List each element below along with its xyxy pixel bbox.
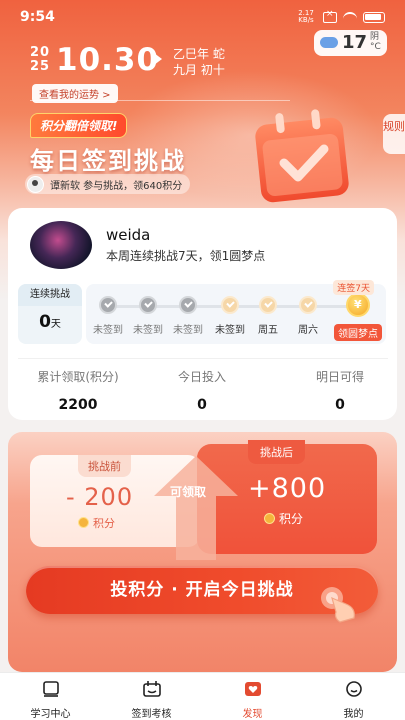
double-points-banner: 积分翻倍领取! (30, 113, 128, 138)
check-icon (99, 296, 117, 314)
current-date: 10.30 (56, 42, 160, 78)
tab-learning-center[interactable]: 学习中心 (0, 681, 101, 720)
coin-icon (346, 293, 370, 317)
day-item[interactable]: 未签到 (210, 296, 250, 336)
streak-counter: 连续挑战 0天 (18, 284, 82, 344)
weather-temp: 17 (342, 32, 368, 53)
participants-ticker: 谭新软 参与挑战，领640积分 (25, 174, 191, 194)
streak-label: 连续挑战 (18, 284, 82, 306)
pointing-hand-icon (321, 587, 355, 623)
discover-icon (244, 682, 261, 696)
coin-icon (264, 513, 275, 524)
arrow-up-icon (154, 456, 238, 560)
avatar[interactable] (30, 221, 92, 269)
day-item[interactable]: 周六 (288, 296, 328, 336)
divider (30, 100, 290, 101)
before-value: - 200 (66, 483, 134, 511)
check-icon (179, 296, 197, 314)
streak-unit: 天 (50, 319, 61, 330)
tab-profile[interactable]: 我的 (303, 681, 404, 720)
sim-off-icon (323, 9, 337, 23)
date-arrow-icon[interactable] (154, 53, 162, 65)
after-label: 挑战后 (248, 440, 305, 464)
stat-today: 今日投入 0 (177, 370, 226, 413)
before-label: 挑战前 (78, 455, 131, 477)
cloud-icon (320, 37, 338, 48)
day-item[interactable]: 周五 (248, 296, 288, 336)
day-item[interactable]: 未签到 (128, 296, 168, 336)
status-bar: 9:54 2.17 KB/s (0, 0, 405, 32)
stat-total: 累计领取(积分) 2200 (37, 370, 119, 413)
book-icon (42, 681, 59, 697)
battery-icon (363, 11, 385, 23)
year-label: 20 25 (30, 45, 51, 74)
after-value: +800 (248, 473, 327, 504)
day-item-reward[interactable]: 领圆梦点 (334, 293, 382, 341)
calendar-icon (142, 681, 161, 697)
weather-widget[interactable]: 17 阴 °C (314, 30, 387, 56)
coin-icon (78, 517, 89, 528)
page-title: 每日签到挑战 (30, 147, 186, 175)
after-unit: 积分 (264, 510, 303, 527)
bottom-tab-bar: 学习中心 签到考核 发现 我的 (0, 672, 405, 720)
tab-checkin-assessment[interactable]: 签到考核 (101, 681, 202, 720)
divider (18, 358, 388, 359)
participants-text: 谭新软 参与挑战，领640积分 (50, 180, 183, 192)
stat-tomorrow: 明日可得 0 (315, 370, 364, 413)
check-icon (259, 296, 277, 314)
before-unit: 积分 (78, 515, 115, 531)
participant-avatar (27, 175, 44, 193)
reward-tag: 连签7天 (333, 280, 374, 295)
calendar-check-illustration (255, 109, 349, 203)
streak-value: 0 (39, 312, 51, 332)
status-time: 9:54 (20, 9, 55, 25)
tab-discover[interactable]: 发现 (202, 681, 303, 720)
profile-icon (345, 681, 362, 697)
weather-condition: 阴 (370, 32, 380, 42)
wifi-icon (343, 12, 357, 22)
week-progress: 连签7天 未签到 未签到 未签到 未签到 周五 周六 领圆梦点 (86, 280, 386, 344)
day-item[interactable]: 未签到 (88, 296, 128, 336)
check-icon (139, 296, 157, 314)
claim-label: 可领取 (170, 485, 207, 499)
lunar-date: 乙巳年 蛇 九月 初十 (173, 47, 225, 77)
network-speed: 2.17 KB/s (298, 9, 314, 24)
day-item[interactable]: 未签到 (168, 296, 208, 336)
rules-button[interactable]: 规则 (383, 114, 405, 154)
check-icon (299, 296, 317, 314)
user-name: weida (106, 226, 151, 244)
weather-unit: °C (370, 42, 381, 52)
check-icon (221, 296, 239, 314)
weekly-goal-text: 本周连续挑战7天，领1圆梦点 (106, 249, 266, 263)
